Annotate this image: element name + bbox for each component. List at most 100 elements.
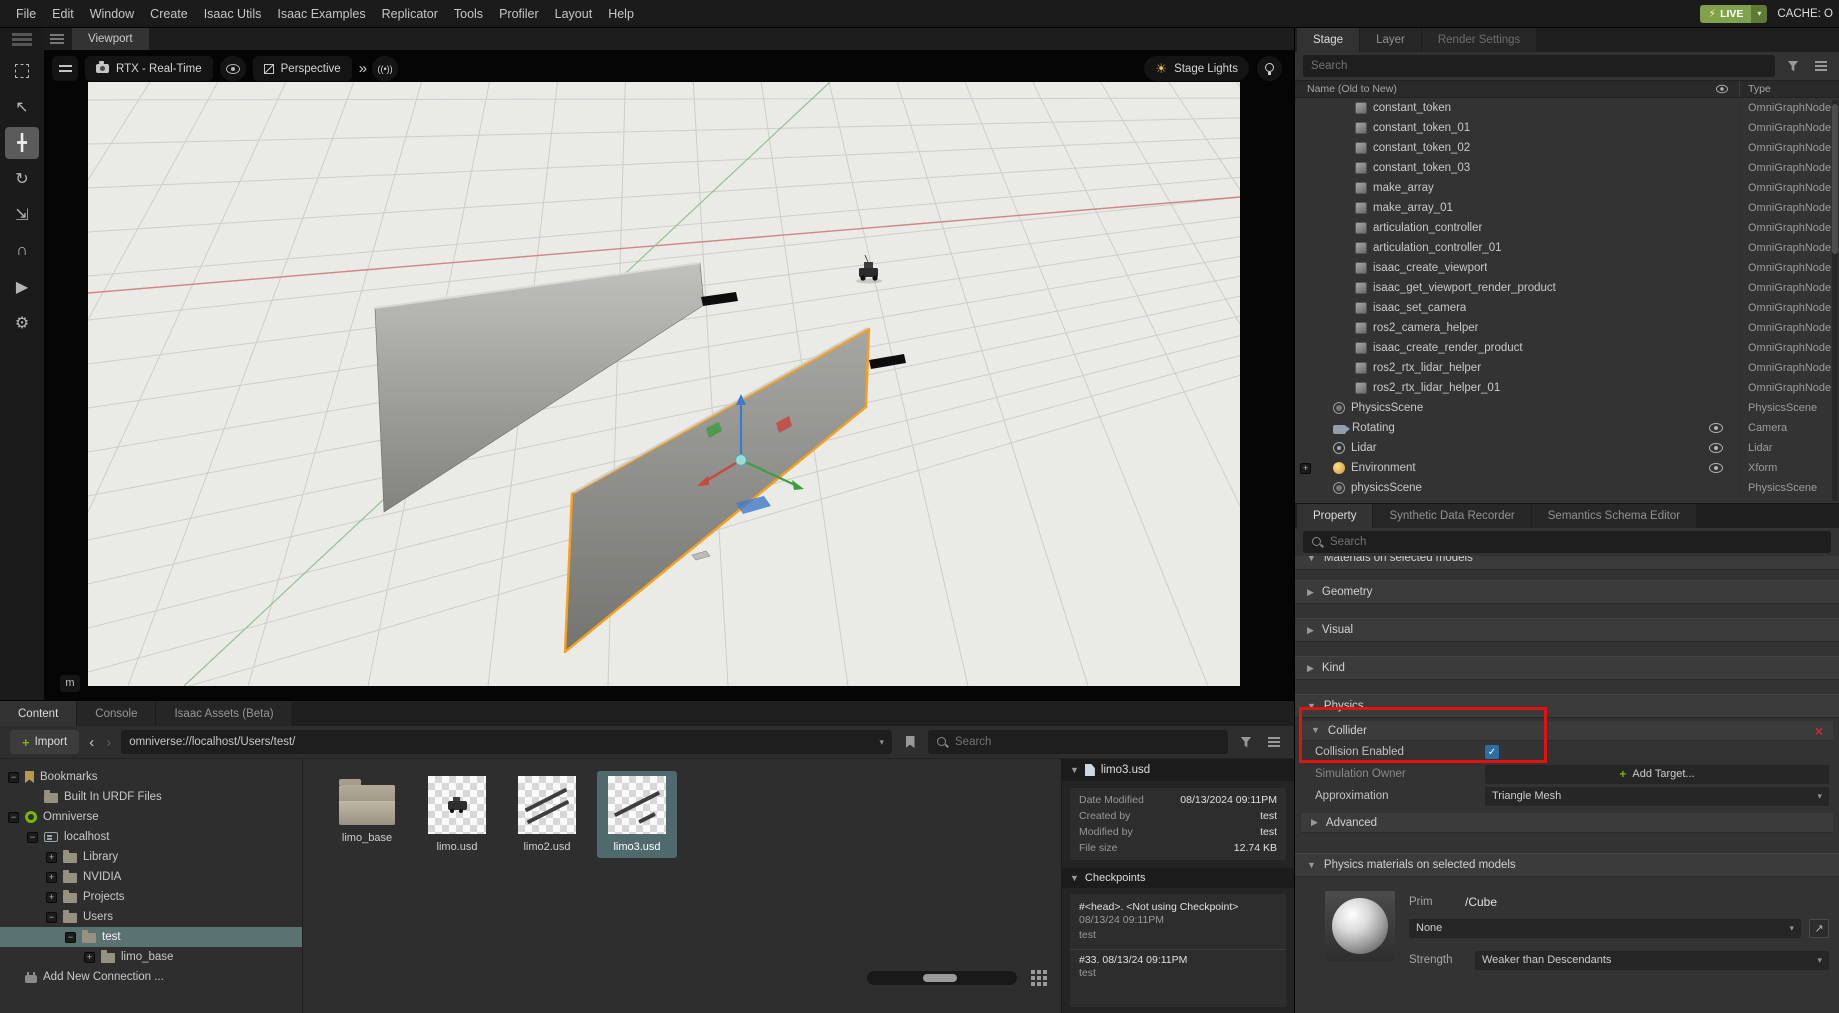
expander-icon[interactable]: + (46, 891, 57, 903)
property-scroll-area[interactable]: ▼ Materials on selected models ▶ Geometr… (1295, 556, 1839, 1013)
file-tile[interactable]: limo3.usd (597, 771, 677, 858)
checkpoint-title[interactable]: #33. 08/13/24 09:11PM (1079, 954, 1277, 966)
stage-lights-dropdown[interactable]: ☀ Stage Lights (1144, 56, 1249, 81)
section-kind[interactable]: ▶ Kind (1295, 656, 1839, 680)
cursor-select-tool[interactable]: ↖ (5, 91, 39, 123)
stage-row[interactable]: articulation_controller_01 OmniGraphNode (1295, 238, 1839, 258)
stage-row[interactable]: ros2_rtx_lidar_helper_01 OmniGraphNode (1295, 378, 1839, 398)
tab-semantics-schema-editor[interactable]: Semantics Schema Editor (1531, 504, 1697, 528)
checkpoints-header[interactable]: ▼ Checkpoints (1062, 868, 1294, 888)
material-dropdown[interactable]: None ▾ (1409, 918, 1801, 938)
ground-plane[interactable] (88, 82, 1240, 686)
physics-tool[interactable]: ⚙ (5, 307, 39, 339)
bookmark-path-button[interactable] (900, 732, 920, 752)
view-options-button[interactable] (1264, 732, 1284, 752)
menu-item-create[interactable]: Create (142, 7, 196, 21)
play-button[interactable]: ▶ (5, 271, 39, 303)
stage-row[interactable]: physicsScene PhysicsScene (1295, 478, 1839, 498)
file-tile[interactable]: limo_base (327, 771, 407, 858)
material-preview[interactable] (1325, 891, 1395, 961)
add-target-button[interactable]: + Add Target... (1485, 764, 1829, 784)
tree-item-bookmarks[interactable]: − Bookmarks (0, 767, 302, 787)
tab-layer[interactable]: Layer (1360, 28, 1421, 52)
tree-item-projects[interactable]: + Projects (0, 887, 302, 907)
content-search-input[interactable] (955, 736, 1220, 748)
scrollbar-thumb[interactable] (1832, 104, 1838, 254)
expander-icon[interactable]: + (46, 871, 57, 883)
slider-handle[interactable] (923, 974, 957, 982)
tab-stage[interactable]: Stage (1297, 28, 1360, 52)
tree-item-add-new-connection-[interactable]: Add New Connection ... (0, 967, 302, 987)
strength-dropdown[interactable]: Weaker than Descendants ▾ (1475, 950, 1829, 970)
expander-icon[interactable]: − (27, 831, 38, 843)
stage-row[interactable]: PhysicsScene PhysicsScene (1295, 398, 1839, 418)
tab-property[interactable]: Property (1297, 504, 1373, 528)
file-tile[interactable]: limo.usd (417, 771, 497, 858)
stage-options-button[interactable] (1811, 56, 1831, 76)
stage-filter-button[interactable] (1783, 56, 1803, 76)
tree-item-library[interactable]: + Library (0, 847, 302, 867)
audio-preview-button[interactable]: ((•)) (372, 56, 399, 81)
tree-item-users[interactable]: − Users (0, 907, 302, 927)
tree-item-omniverse[interactable]: − Omniverse (0, 807, 302, 827)
menu-item-isaac-examples[interactable]: Isaac Examples (269, 7, 373, 21)
viewport-settings-button[interactable] (52, 56, 78, 81)
renderer-dropdown[interactable]: RTX - Real-Time (85, 56, 213, 81)
checkpoint-title[interactable]: #<head>. <Not using Checkpoint> (1079, 901, 1277, 913)
thumbnail-size-slider[interactable] (867, 971, 1017, 985)
forward-button[interactable]: › (104, 734, 113, 751)
live-button[interactable]: ⚡ LIVE ▾ (1700, 4, 1768, 23)
type-column-header[interactable]: Type (1739, 81, 1839, 97)
expander-icon[interactable]: − (65, 931, 76, 943)
stage-row[interactable]: Rotating Camera (1295, 418, 1839, 438)
stage-row[interactable]: Lidar Lidar (1295, 438, 1839, 458)
tab-content[interactable]: Content (0, 701, 78, 726)
visibility-cell[interactable] (1699, 423, 1733, 433)
visibility-menu-button[interactable] (219, 56, 246, 81)
toolbar-handle-icon[interactable] (12, 33, 32, 36)
tree-item-built-in-urdf-files[interactable]: Built In URDF Files (0, 787, 302, 807)
property-search-field[interactable] (1303, 531, 1831, 553)
tabbar-grip-icon[interactable] (50, 34, 64, 44)
menu-item-help[interactable]: Help (600, 7, 642, 21)
tree-item-test[interactable]: − test (0, 927, 302, 947)
stage-scrollbar[interactable] (1832, 100, 1838, 501)
file-tile[interactable]: limo2.usd (507, 771, 587, 858)
viewport-canvas[interactable] (88, 82, 1240, 686)
visibility-cell[interactable] (1699, 463, 1733, 473)
menu-item-tools[interactable]: Tools (446, 7, 491, 21)
expand-toolbar-icon[interactable]: » (359, 60, 367, 77)
stage-search-input[interactable] (1311, 60, 1767, 72)
stage-row[interactable]: + Environment Xform (1295, 458, 1839, 478)
snap-tool[interactable]: ∩ (5, 235, 39, 267)
camera-dropdown[interactable]: Perspective (252, 56, 352, 81)
stage-row[interactable]: constant_token OmniGraphNode (1295, 98, 1839, 118)
tree-item-limo-base[interactable]: + limo_base (0, 947, 302, 967)
expander-icon[interactable]: + (84, 951, 95, 963)
section-physics-materials[interactable]: ▼ Physics materials on selected models (1295, 853, 1839, 877)
tab-console[interactable]: Console (77, 701, 157, 726)
stage-search-field[interactable] (1303, 55, 1775, 77)
stage-row[interactable]: isaac_set_camera OmniGraphNode (1295, 298, 1839, 318)
section-visual[interactable]: ▶ Visual (1295, 618, 1839, 642)
menu-item-file[interactable]: File (8, 7, 44, 21)
stage-row[interactable]: articulation_controller OmniGraphNode (1295, 218, 1839, 238)
stage-row[interactable]: make_array_01 OmniGraphNode (1295, 198, 1839, 218)
content-search-field[interactable] (928, 730, 1228, 754)
filter-button[interactable] (1236, 732, 1256, 752)
eye-icon[interactable] (1709, 423, 1723, 433)
rotate-tool[interactable]: ↻ (5, 163, 39, 195)
stage-row[interactable]: constant_token_02 OmniGraphNode (1295, 138, 1839, 158)
tab-viewport[interactable]: Viewport (72, 28, 149, 50)
path-field[interactable]: ▾ (121, 730, 892, 754)
stage-row[interactable]: constant_token_03 OmniGraphNode (1295, 158, 1839, 178)
advanced-header[interactable]: ▶ Advanced (1301, 813, 1833, 833)
name-column-header[interactable]: Name (Old to New) (1295, 83, 1705, 95)
light-settings-button[interactable] (1257, 56, 1282, 81)
collision-enabled-checkbox[interactable]: ✓ (1485, 745, 1499, 759)
menu-item-profiler[interactable]: Profiler (491, 7, 547, 21)
menu-item-isaac-utils[interactable]: Isaac Utils (196, 7, 270, 21)
menu-item-layout[interactable]: Layout (547, 7, 601, 21)
stage-row[interactable]: constant_token_01 OmniGraphNode (1295, 118, 1839, 138)
viewport-3d-scene[interactable] (88, 82, 1240, 686)
